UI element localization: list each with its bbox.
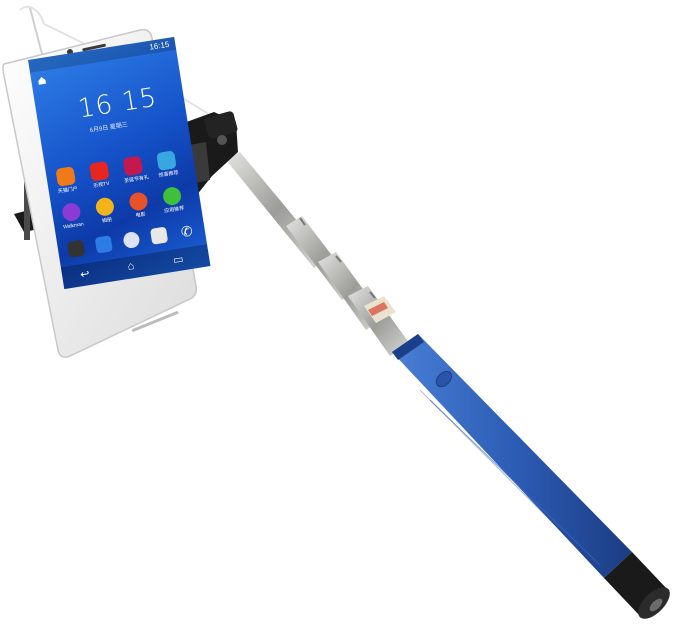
contacts-icon[interactable]: [149, 226, 169, 245]
movie-icon: [128, 191, 149, 212]
app-shortcut[interactable]: 乐视TV: [87, 160, 113, 194]
app-shortcut[interactable]: 相册: [93, 196, 119, 229]
photo-icon: [94, 196, 116, 218]
app-shortcut[interactable]: Walkman: [59, 201, 85, 234]
shop-icon: [55, 166, 76, 187]
app-shortcut[interactable]: 电影: [126, 191, 152, 224]
home-icon[interactable]: [37, 75, 47, 85]
home-button-icon[interactable]: ⌂: [127, 260, 135, 273]
photo-stage: 16:15 16 15 6月9日 星期三 天猫门户 乐视TV 圣诞节有礼 惊喜推…: [0, 0, 679, 629]
recent-apps-icon[interactable]: ▭: [172, 252, 184, 266]
star-icon: [156, 150, 177, 171]
app-shortcut[interactable]: 圣诞节有礼: [121, 155, 149, 188]
back-icon[interactable]: ↩: [79, 267, 90, 281]
telescopic-shaft: [226, 152, 410, 356]
music-icon: [61, 201, 82, 223]
tv-icon: [88, 160, 110, 182]
app-shortcut[interactable]: 应用推荐: [160, 185, 186, 219]
app-shortcut[interactable]: 惊喜推荐: [154, 150, 180, 183]
blue-handle: [392, 334, 632, 578]
gift-icon: [122, 155, 144, 177]
phone-icon[interactable]: ✆: [178, 222, 196, 240]
apps-icon[interactable]: [122, 230, 141, 250]
status-time: 16:15: [148, 39, 170, 52]
app-store-icon: [161, 185, 183, 207]
messages-icon[interactable]: [94, 235, 113, 254]
app-shortcut[interactable]: 天猫门户: [53, 166, 79, 199]
lockscreen-clock: 16 15: [76, 82, 160, 125]
camera-icon[interactable]: [66, 239, 86, 258]
